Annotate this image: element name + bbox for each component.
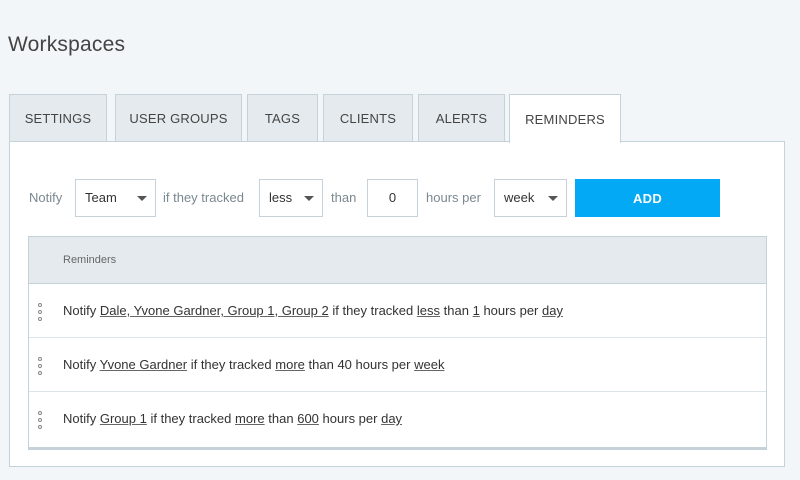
chevron-down-icon — [304, 196, 314, 201]
row-hours-per: hours per — [322, 411, 378, 426]
drag-handle-icon[interactable] — [38, 411, 42, 429]
row-tracked: if they tracked — [332, 303, 414, 318]
row-comparison-link[interactable]: less — [417, 303, 440, 318]
hours-per-label: hours per — [426, 190, 481, 205]
who-select-value: Team — [85, 190, 117, 205]
row-tracked: if they tracked — [190, 357, 272, 372]
reminders-table: Reminders Notify Dale, Yvone Gardner, Gr… — [28, 236, 767, 450]
row-hours: 40 — [337, 357, 352, 372]
period-select[interactable]: week — [494, 179, 567, 217]
reminders-panel: Notify Team if they tracked less than 0 … — [9, 141, 785, 467]
row-period-link[interactable]: day — [542, 303, 563, 318]
row-hours-link[interactable]: 1 — [473, 303, 480, 318]
row-period-link[interactable]: week — [414, 357, 444, 372]
tracked-label: if they tracked — [163, 190, 244, 205]
reminder-form: Notify Team if they tracked less than 0 … — [10, 179, 784, 217]
comparison-select[interactable]: less — [259, 179, 323, 217]
chevron-down-icon — [137, 196, 147, 201]
row-notify: Notify — [63, 411, 97, 426]
row-period-link[interactable]: day — [381, 411, 402, 426]
tab-settings[interactable]: SETTINGS — [9, 94, 107, 142]
chevron-down-icon — [548, 196, 558, 201]
comparison-select-value: less — [269, 190, 293, 205]
tab-tags[interactable]: TAGS — [247, 94, 318, 142]
table-row: Notify Yvone Gardner if they tracked mor… — [29, 338, 766, 392]
tab-clients[interactable]: CLIENTS — [323, 94, 413, 142]
table-header: Reminders — [29, 237, 766, 284]
who-select[interactable]: Team — [75, 179, 156, 217]
notify-label: Notify — [29, 190, 63, 205]
row-notify: Notify — [63, 357, 97, 372]
row-than: than — [308, 357, 334, 372]
row-hours-per: hours per — [483, 303, 539, 318]
row-than: than — [443, 303, 469, 318]
row-notify: Notify — [63, 303, 97, 318]
row-hours-per: hours per — [355, 357, 411, 372]
table-row: Notify Group 1 if they tracked more than… — [29, 392, 766, 446]
row-than: than — [268, 411, 294, 426]
page-title: Workspaces — [8, 33, 126, 56]
table-row: Notify Dale, Yvone Gardner, Group 1, Gro… — [29, 284, 766, 338]
row-who-link[interactable]: Group 1 — [100, 411, 147, 426]
tab-alerts[interactable]: ALERTS — [418, 94, 505, 142]
row-comparison-link[interactable]: more — [235, 411, 265, 426]
row-hours-link[interactable]: 600 — [297, 411, 319, 426]
hours-input[interactable]: 0 — [367, 179, 418, 217]
row-who-link[interactable]: Yvone Gardner — [100, 357, 187, 372]
tab-reminders[interactable]: REMINDERS — [509, 94, 621, 143]
drag-handle-icon[interactable] — [38, 303, 42, 321]
row-tracked: if they tracked — [150, 411, 232, 426]
row-comparison-link[interactable]: more — [275, 357, 305, 372]
than-label: than — [331, 190, 357, 205]
period-select-value: week — [504, 190, 535, 205]
add-button[interactable]: ADD — [575, 179, 720, 217]
tab-user-groups[interactable]: USER GROUPS — [115, 94, 242, 142]
row-who-link[interactable]: Dale, Yvone Gardner, Group 1, Group 2 — [100, 303, 329, 318]
drag-handle-icon[interactable] — [38, 357, 42, 375]
